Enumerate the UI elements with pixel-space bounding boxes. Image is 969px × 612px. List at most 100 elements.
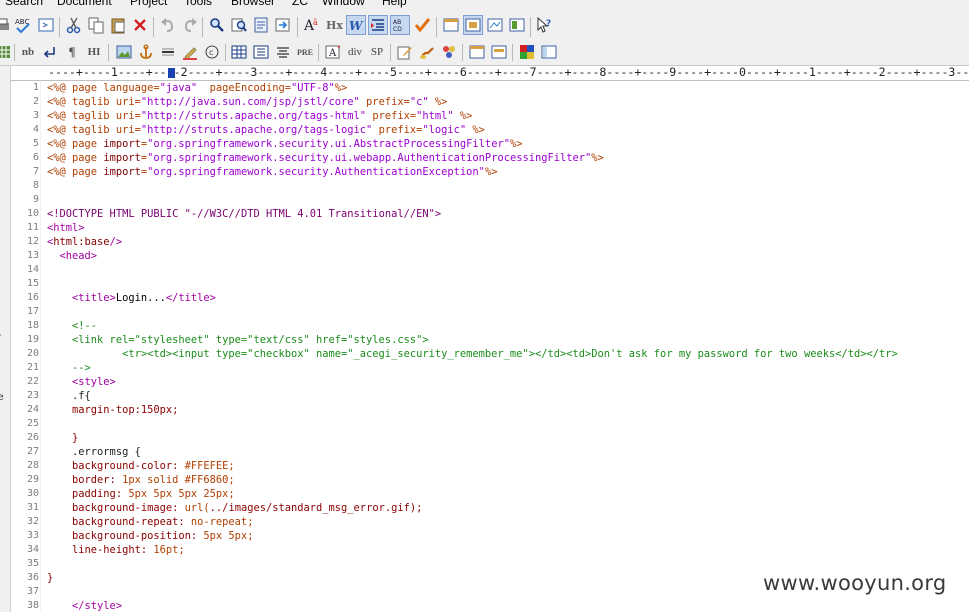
replace-icon[interactable] [229,15,249,35]
anchor-icon[interactable] [136,42,156,62]
svg-text:?: ? [546,19,551,29]
code-line: border: 1px solid #FF6860; [47,473,898,487]
code-editor[interactable]: 1 2 3 4 5 6 7 8 9 10 11 12 13 14 15 16 17 18 19 20 21 22 23 24 2… [11,81,969,612]
menu-project[interactable]: Project [130,0,167,8]
color-icon[interactable] [517,42,537,62]
code-line: background-color: #FFEFEE; [47,459,898,473]
line-number: 11 [26,222,39,233]
line-number: 32 [26,516,39,527]
line-number: 33 [26,530,39,541]
html-tag-icon[interactable]: A [323,42,343,62]
window-icon[interactable] [539,42,559,62]
find-next-icon[interactable] [273,15,293,35]
hx-icon[interactable]: Hx [324,15,344,35]
code-line: .f{ [47,390,91,402]
highlight-icon[interactable] [180,42,200,62]
undo-icon[interactable] [158,15,178,35]
menu-browser[interactable]: Browser [231,0,275,8]
nb-icon[interactable]: nb [18,42,38,62]
line-number-gutter: 1 2 3 4 5 6 7 8 9 10 11 12 13 14 15 16 17 18 19 20 21 22 23 24 2… [11,81,41,612]
image-icon[interactable] [114,42,134,62]
code-token: background-repeat: [47,516,191,528]
check-icon[interactable] [412,15,432,35]
code-line: background-repeat: no-repeat; [47,515,898,529]
menu-tools[interactable]: Tools [184,0,212,8]
linebreak-icon[interactable] [40,42,60,62]
view4-icon[interactable] [507,15,527,35]
help-icon[interactable]: ? [534,15,554,35]
code-line: background-image: url(../images/standard… [47,501,898,515]
code-token: 5px 5px; [203,530,254,542]
menu-bar: Search Document Project Tools Browser ZC… [0,0,969,10]
code-token: import [103,166,141,178]
copy-icon[interactable] [86,15,106,35]
line-number: 24 [26,404,39,415]
line-number: 13 [26,250,39,261]
menu-window[interactable]: Window [322,0,365,8]
code-line: <tr><td><input type="checkbox" name="_ac… [47,348,898,360]
code-line: </style> [47,600,123,612]
sort-icon[interactable]: AB CD [390,15,410,35]
menu-document[interactable]: Document [57,0,112,8]
code-token: %> [509,138,523,150]
code-line: <%@ taglib uri="http://struts.apache.org… [47,123,898,137]
menu-zc[interactable]: ZC [292,0,308,8]
table-icon[interactable] [229,42,249,62]
hr-icon[interactable] [158,42,178,62]
pilcrow-icon[interactable]: ¶ [62,42,82,62]
menu-search[interactable]: Search [5,0,43,8]
code-token: "java" [159,82,198,94]
center-icon[interactable] [273,42,293,62]
menu-help[interactable]: Help [382,0,407,8]
line-number: 6 [32,152,39,163]
brush-icon[interactable] [417,42,437,62]
find-icon[interactable] [207,15,227,35]
preview-icon[interactable] [36,15,56,35]
line-number: 17 [26,306,39,317]
sp-icon[interactable]: SP [367,42,387,62]
window-split-icon[interactable] [489,42,509,62]
line-number: 29 [26,474,39,485]
code-token: prefix= [372,124,423,136]
font-icon[interactable]: Aä [302,15,322,35]
list-icon[interactable] [251,42,271,62]
side-panel-strip[interactable]: r e [0,66,11,612]
view2-icon[interactable] [463,15,483,35]
hi-icon[interactable]: HI [84,42,104,62]
code-line: } [47,432,79,444]
spellcheck-icon[interactable]: ABC [13,15,33,35]
wordwrap-icon[interactable]: W [346,15,366,35]
code-token: padding: [47,488,129,500]
delete-icon[interactable] [130,15,150,35]
div-icon[interactable]: div [345,42,365,62]
code-token: "UTF-8" [291,82,335,94]
browser-icon[interactable] [467,42,487,62]
grid-icon[interactable] [0,42,14,62]
code-token: html:base [53,236,110,248]
line-number: 15 [26,278,39,289]
copyright-icon[interactable]: c [202,42,222,62]
print-icon[interactable] [0,15,12,35]
svg-text:CD: CD [393,26,402,33]
code-token: 5px 5px 5px 25px; [128,488,235,500]
line-number: 4 [32,124,39,135]
palette-icon[interactable] [439,42,459,62]
pre-icon[interactable]: PRE [295,42,315,62]
code-token: url( [184,502,210,514]
view1-icon[interactable] [441,15,461,35]
main-toolbar: ABC Aä Hx W AB CD ? [0,10,969,41]
cut-icon[interactable] [64,15,84,35]
code-area[interactable]: <%@ page language="java" pageEncoding="U… [47,81,898,612]
redo-icon[interactable] [180,15,200,35]
code-line: <style> [47,376,116,388]
paste-icon[interactable] [108,15,128,35]
line-number: 35 [26,558,39,569]
watermark: www.wooyun.org [763,571,947,595]
indent-icon[interactable] [368,15,388,35]
code-token: background-color: [47,460,185,472]
find-in-files-icon[interactable] [251,15,271,35]
view3-icon[interactable] [485,15,505,35]
edit-icon[interactable] [395,42,415,62]
line-number: 12 [26,236,39,247]
line-number: 7 [32,166,39,177]
